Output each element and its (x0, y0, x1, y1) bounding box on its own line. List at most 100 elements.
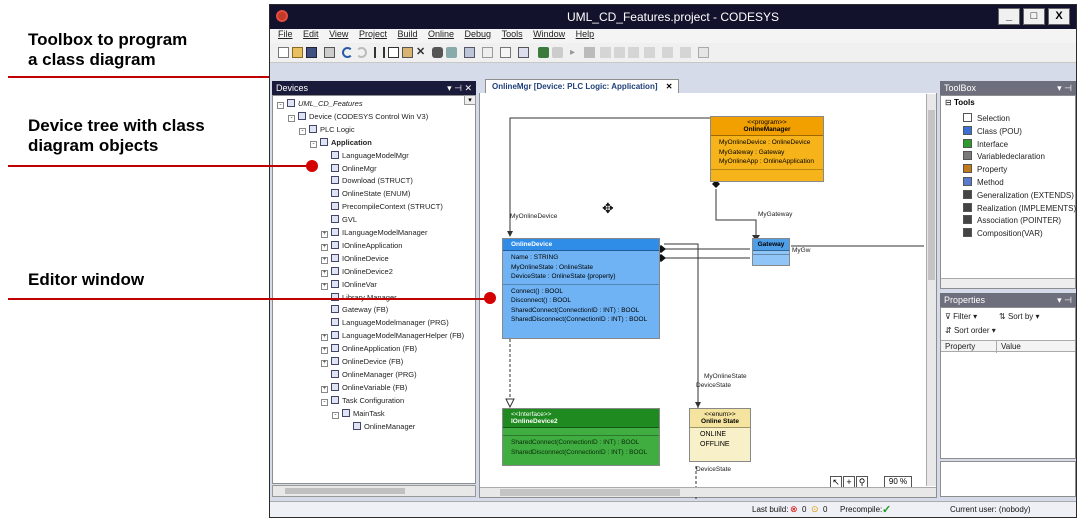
write-values-icon[interactable] (698, 47, 709, 58)
devices-scrollbar-vertical[interactable]: ▾ (464, 95, 476, 105)
open-folder-icon[interactable] (292, 47, 303, 58)
expand-icon[interactable]: + (321, 347, 328, 355)
device-tree-item[interactable]: OnlineManager (343, 421, 415, 433)
device-tree-item[interactable]: LanguageModelmanager (PRG) (321, 317, 449, 329)
menu-edit[interactable]: Edit (303, 29, 319, 39)
editor-scrollbar-horizontal[interactable] (480, 487, 936, 497)
uml-class-onlinemanager[interactable]: <<program>> OnlineManager MyOnlineDevice… (710, 116, 824, 182)
expand-icon[interactable]: + (321, 334, 328, 342)
print-icon[interactable] (324, 47, 335, 58)
device-tree-item[interactable]: PrecompileContext (STRUCT) (321, 201, 443, 213)
warning-count[interactable]: 0 (823, 505, 827, 514)
close-button[interactable]: X (1048, 8, 1070, 25)
run-icon[interactable]: ▸ (570, 47, 581, 58)
uml-class-gateway[interactable]: Gateway (752, 238, 790, 266)
column-value[interactable]: Value (1001, 342, 1021, 351)
device-tree-item[interactable]: - Application (310, 137, 372, 149)
forcing-icon[interactable] (680, 47, 691, 58)
device-tree-item[interactable]: - MainTask (332, 408, 385, 420)
device-tree-item[interactable]: + OnlineVariable (FB) (321, 382, 407, 394)
connector-mygateway[interactable] (715, 189, 757, 240)
menu-build[interactable]: Build (397, 29, 417, 39)
find-icon[interactable] (432, 47, 443, 58)
object-icon[interactable] (500, 47, 511, 58)
insert-icon[interactable] (482, 47, 493, 58)
expand-icon[interactable]: + (321, 243, 328, 251)
editor-scrollbar-vertical[interactable] (926, 94, 936, 486)
device-tree-item[interactable]: Download (STRUCT) (321, 175, 413, 187)
expand-icon[interactable]: + (321, 231, 328, 238)
device-tree-item[interactable]: Gateway (FB) (321, 304, 388, 316)
expand-icon[interactable]: + (321, 360, 328, 367)
device-tree-item[interactable]: + IOnlineApplication (321, 240, 402, 252)
maximize-button[interactable]: □ (1023, 8, 1045, 25)
tab-onlinemgr[interactable]: OnlineMgr [Device: PLC Logic: Applicatio… (485, 79, 680, 93)
devices-scrollbar-horizontal[interactable] (272, 485, 476, 497)
toolbox-scrollbar[interactable] (941, 278, 1075, 288)
uml-interface-ionlinedevice2[interactable]: <<Interface>> IOnlineDevice2 SharedConne… (502, 408, 660, 466)
toolbox-item[interactable]: Interface (963, 138, 1008, 151)
collapse-icon[interactable]: - (321, 398, 328, 406)
menu-project[interactable]: Project (359, 29, 387, 39)
column-property[interactable]: Property (945, 342, 975, 351)
minimize-button[interactable]: _ (998, 8, 1020, 25)
expand-icon[interactable]: + (321, 385, 328, 393)
connector-myonlinestate[interactable] (664, 243, 699, 408)
toolbox-item[interactable]: Variabledeclaration (963, 150, 1045, 163)
properties-panel-controls[interactable]: ▾ ⊣ (1057, 293, 1072, 307)
precompile-check-icon[interactable]: ✓ (882, 503, 891, 516)
step-out-icon[interactable] (628, 47, 639, 58)
collapse-icon[interactable]: - (288, 114, 295, 122)
device-tree-item[interactable]: + IOnlineVar (321, 279, 377, 291)
device-tree-item[interactable]: GVL (321, 214, 357, 226)
close-tab-icon[interactable]: ✕ (666, 82, 673, 91)
toolbox-panel-controls[interactable]: ▾ ⊣ (1057, 81, 1072, 95)
new-file-icon[interactable] (278, 47, 289, 58)
menu-tools[interactable]: Tools (502, 29, 523, 39)
undo-icon[interactable] (342, 47, 353, 58)
toolbox-item[interactable]: Selection (963, 112, 1010, 125)
menu-window[interactable]: Window (533, 29, 565, 39)
menu-online[interactable]: Online (428, 29, 454, 39)
menu-debug[interactable]: Debug (465, 29, 492, 39)
sort-by-button[interactable]: ⇅ Sort by ▾ (999, 312, 1040, 321)
toolbox-item[interactable]: Method (963, 176, 1004, 189)
toolbox-item[interactable]: Composition(VAR) (963, 227, 1043, 240)
device-tree-item[interactable]: + OnlineDevice (FB) (321, 356, 403, 368)
delete-icon[interactable]: ✕ (416, 47, 427, 58)
collapse-icon[interactable]: - (277, 102, 284, 109)
error-count[interactable]: 0 (802, 505, 806, 514)
expand-icon[interactable]: + (321, 269, 328, 277)
expand-icon[interactable]: + (321, 256, 328, 264)
toolbox-group-tools[interactable]: ⊟ Tools (945, 98, 975, 107)
device-tree-item[interactable]: + IOnlineDevice2 (321, 266, 393, 278)
device-tree-item[interactable]: OnlineState (ENUM) (321, 188, 410, 200)
login-icon[interactable] (538, 47, 549, 58)
toolbox-item[interactable]: Property (963, 163, 1007, 176)
device-tree-item[interactable]: + OnlineApplication (FB) (321, 343, 417, 355)
device-tree-item[interactable]: - UML_CD_Features (277, 98, 363, 110)
save-icon[interactable] (306, 47, 317, 58)
menu-file[interactable]: File (278, 29, 293, 39)
filter-button[interactable]: ⊽ Filter ▾ (945, 312, 977, 321)
device-tree-item[interactable]: + IOnlineDevice (321, 253, 389, 265)
collapse-icon[interactable]: ⊟ (945, 98, 952, 107)
replace-icon[interactable] (446, 47, 457, 58)
collapse-icon[interactable]: - (310, 140, 317, 148)
logout-icon[interactable] (552, 47, 563, 58)
device-tree-item[interactable]: OnlineManager (PRG) (321, 369, 417, 381)
device-tree-item[interactable]: - Device (CODESYS Control Win V3) (288, 111, 428, 123)
uml-class-onlinedevice[interactable]: OnlineDevice Name : STRING MyOnlineState… (502, 238, 660, 339)
watch-icon[interactable] (662, 47, 673, 58)
paste-icon[interactable] (402, 47, 413, 58)
device-tree-item[interactable]: - Task Configuration (321, 395, 404, 407)
toolbox-item[interactable]: Class (POU) (963, 125, 1022, 138)
build-icon[interactable] (464, 47, 475, 58)
menu-view[interactable]: View (329, 29, 348, 39)
stop-icon[interactable] (584, 47, 595, 58)
device-tree-item[interactable]: + LanguageModelManagerHelper (FB) (321, 330, 464, 342)
device-tree-item[interactable]: + ILanguageModelManager (321, 227, 427, 239)
device-tree-item[interactable]: LanguageModelMgr (321, 150, 409, 162)
redo-icon[interactable] (356, 47, 367, 58)
editor-window[interactable]: MyOnlineDevice MyGateway MyGw MyOnlineSt… (479, 79, 937, 499)
